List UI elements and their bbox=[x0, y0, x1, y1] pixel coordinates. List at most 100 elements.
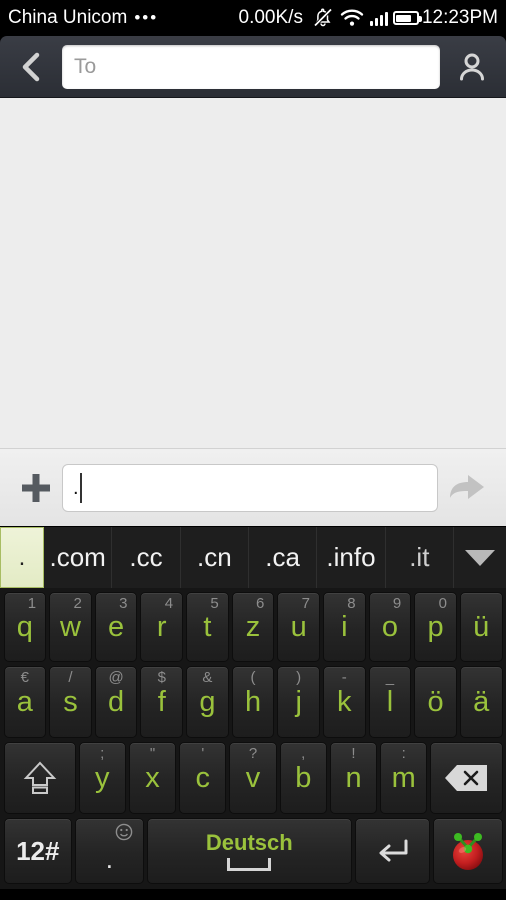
key-a-umlaut-label: ä bbox=[473, 685, 490, 718]
shift-key[interactable] bbox=[3, 742, 76, 814]
key-u-umlaut-label: ü bbox=[473, 610, 490, 643]
key-a[interactable]: € a bbox=[3, 666, 47, 738]
network-speed-label: 0.00K/s bbox=[238, 7, 303, 28]
suggestion-item-cn[interactable]: .cn bbox=[181, 527, 249, 588]
suggestion-item-it[interactable]: .it bbox=[386, 527, 454, 588]
key-f[interactable]: $ f bbox=[140, 666, 184, 738]
period-key[interactable]: . bbox=[75, 818, 144, 884]
top-navigation-bar: To bbox=[0, 36, 506, 98]
key-d-sub: @ bbox=[108, 669, 124, 686]
key-q-sub: 1 bbox=[27, 595, 37, 612]
key-w-label: w bbox=[59, 610, 81, 643]
back-button[interactable] bbox=[6, 50, 58, 84]
key-k[interactable]: -k bbox=[322, 666, 366, 738]
add-attachment-button[interactable] bbox=[10, 471, 62, 505]
conversation-body[interactable] bbox=[0, 98, 506, 448]
key-e[interactable]: 3e bbox=[94, 592, 138, 662]
carrier-dots: ••• bbox=[134, 8, 159, 27]
message-input-value: . bbox=[73, 476, 79, 499]
key-t[interactable]: 5t bbox=[186, 592, 229, 662]
key-x-label: x bbox=[145, 761, 160, 794]
key-o-umlaut-label: ö bbox=[427, 685, 444, 718]
backspace-key[interactable] bbox=[430, 742, 503, 814]
person-icon bbox=[460, 53, 484, 80]
suggestion-selected[interactable]: . bbox=[0, 527, 44, 588]
key-s-sub: / bbox=[68, 669, 73, 686]
battery-icon bbox=[392, 11, 422, 25]
enter-key[interactable] bbox=[355, 818, 430, 884]
suggestion-item-info[interactable]: .info bbox=[317, 527, 386, 588]
key-y-sub: ; bbox=[100, 745, 105, 762]
recipient-to-field[interactable]: To bbox=[62, 44, 440, 89]
key-x[interactable]: " x bbox=[128, 742, 177, 814]
key-g-label: g bbox=[199, 685, 216, 718]
shift-icon bbox=[23, 761, 56, 794]
key-b-sub: , bbox=[301, 745, 306, 762]
key-j-label: j bbox=[295, 685, 302, 718]
send-button[interactable] bbox=[438, 472, 496, 504]
key-p[interactable]: 0p bbox=[414, 592, 457, 662]
key-b[interactable]: ,b bbox=[279, 742, 327, 814]
key-g[interactable]: & g bbox=[186, 666, 229, 738]
key-v-sub: ? bbox=[248, 745, 258, 762]
suggestion-item-ca[interactable]: .ca bbox=[249, 527, 318, 588]
space-key[interactable]: Deutsch bbox=[146, 818, 352, 884]
key-z-label: z bbox=[245, 610, 261, 643]
keyboard-row-1: 1q 2w 3e 4r 5t 6z 7u 8i 9o 0p ü bbox=[2, 592, 504, 662]
key-k-sub: - bbox=[341, 669, 347, 686]
key-z[interactable]: 6z bbox=[231, 592, 275, 662]
key-p-label: p bbox=[427, 610, 444, 643]
key-l[interactable]: _ l bbox=[368, 666, 412, 738]
key-d[interactable]: @ d bbox=[94, 666, 138, 738]
key-a-sub: € bbox=[20, 669, 29, 686]
wifi-icon bbox=[340, 9, 364, 27]
key-v[interactable]: ? v bbox=[229, 742, 277, 814]
numeric-symbols-key[interactable]: 12# bbox=[3, 818, 73, 884]
keyboard-row-2: € a / s @ d $ f & g (h ) j -k _ l ö ä bbox=[2, 666, 504, 738]
key-q[interactable]: 1q bbox=[3, 592, 47, 662]
key-j-sub: ) bbox=[296, 669, 302, 686]
key-h-sub: ( bbox=[250, 669, 256, 686]
key-u-label: u bbox=[290, 610, 307, 643]
messaging-app-screen: China Unicom ••• 0.00K/s 12:23PM To . . … bbox=[0, 0, 506, 900]
ime-switch-key[interactable] bbox=[432, 818, 503, 884]
key-m[interactable]: :m bbox=[380, 742, 428, 814]
key-u[interactable]: 7u bbox=[277, 592, 320, 662]
key-a-umlaut[interactable]: ä bbox=[459, 666, 503, 738]
message-input[interactable]: . bbox=[62, 463, 438, 512]
suggestion-item-com[interactable]: .com bbox=[44, 527, 113, 588]
key-s[interactable]: / s bbox=[49, 666, 92, 738]
status-bar: China Unicom ••• 0.00K/s 12:23PM bbox=[0, 0, 506, 36]
key-m-sub: : bbox=[401, 745, 406, 762]
key-u-umlaut[interactable]: ü bbox=[459, 592, 503, 662]
key-y[interactable]: ; y bbox=[78, 742, 126, 814]
key-j[interactable]: ) j bbox=[277, 666, 320, 738]
key-t-label: t bbox=[203, 610, 212, 643]
keyboard-language-label: Deutsch bbox=[205, 829, 293, 855]
pick-contact-button[interactable] bbox=[444, 50, 500, 84]
key-u-sub: 7 bbox=[301, 595, 310, 612]
key-h[interactable]: (h bbox=[231, 666, 275, 738]
numeric-symbols-label: 12# bbox=[16, 836, 60, 866]
expand-suggestions-button[interactable] bbox=[454, 527, 506, 588]
suggestion-item-cc[interactable]: .cc bbox=[112, 527, 181, 588]
key-n-label: n bbox=[345, 761, 362, 794]
key-l-sub: _ bbox=[385, 669, 395, 686]
carrier-label: China Unicom bbox=[8, 7, 128, 28]
key-i-sub: 8 bbox=[347, 595, 356, 612]
key-o-umlaut[interactable]: ö bbox=[414, 666, 457, 738]
key-o[interactable]: 9o bbox=[368, 592, 412, 662]
key-i[interactable]: 8i bbox=[322, 592, 366, 662]
bell-muted-icon bbox=[312, 8, 334, 28]
key-n[interactable]: ! n bbox=[329, 742, 378, 814]
spacebar-icon bbox=[227, 857, 272, 871]
back-chevron-icon bbox=[22, 52, 40, 81]
key-t-sub: 5 bbox=[210, 595, 219, 612]
key-f-sub: $ bbox=[157, 669, 166, 686]
key-r[interactable]: 4r bbox=[140, 592, 184, 662]
key-c-sub: ' bbox=[201, 745, 205, 762]
clock-label: 12:23PM bbox=[421, 7, 498, 28]
key-w[interactable]: 2w bbox=[49, 592, 92, 662]
key-c[interactable]: ' c bbox=[179, 742, 227, 814]
key-e-sub: 3 bbox=[119, 595, 128, 612]
